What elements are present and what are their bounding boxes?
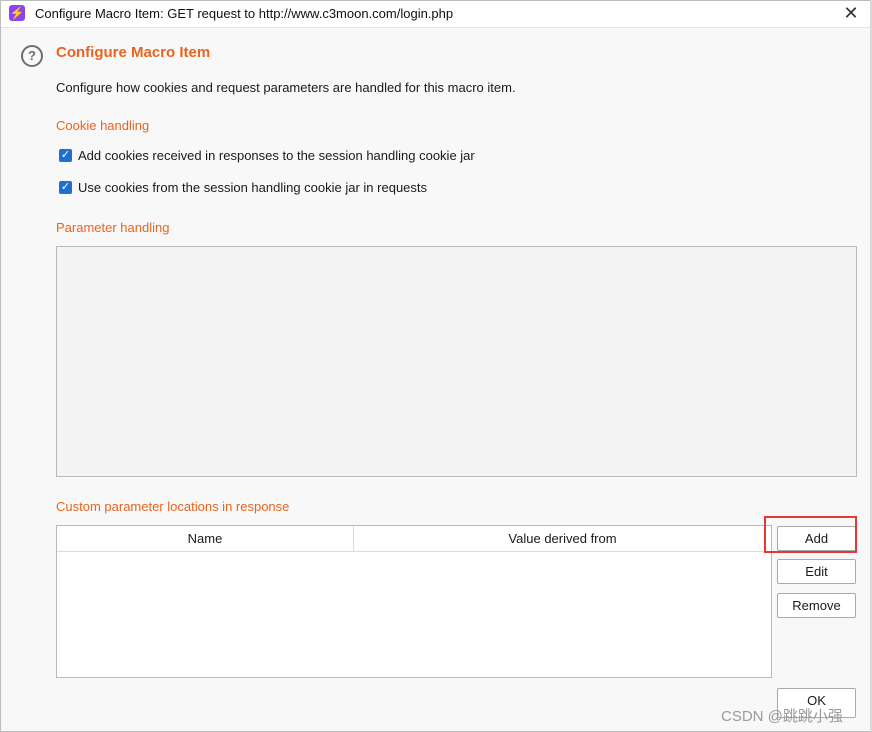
add-cookies-option[interactable]: ✓ Add cookies received in responses to th… bbox=[59, 147, 475, 165]
close-button[interactable]: ✕ bbox=[837, 1, 865, 27]
use-cookies-checkbox[interactable]: ✓ bbox=[59, 181, 72, 195]
dialog-description: Configure how cookies and request parame… bbox=[56, 80, 516, 95]
parameter-handling-panel[interactable] bbox=[56, 246, 857, 477]
column-header-value-derived-from[interactable]: Value derived from bbox=[354, 526, 771, 552]
custom-locations-label: Custom parameter locations in response bbox=[56, 499, 290, 514]
configure-macro-item-dialog: ⚡ Configure Macro Item: GET request to h… bbox=[0, 0, 872, 732]
lightning-icon: ⚡ bbox=[9, 5, 25, 21]
title-bar: ⚡ Configure Macro Item: GET request to h… bbox=[1, 1, 871, 28]
use-cookies-option[interactable]: ✓ Use cookies from the session handling c… bbox=[59, 179, 427, 197]
add-button-highlight bbox=[764, 516, 857, 553]
remove-button[interactable]: Remove bbox=[777, 593, 856, 618]
watermark-text: CSDN @跳跳小强 bbox=[721, 708, 843, 725]
window-title: Configure Macro Item: GET request to htt… bbox=[35, 6, 454, 21]
column-header-name[interactable]: Name bbox=[57, 526, 354, 552]
custom-locations-table[interactable]: Name Value derived from bbox=[56, 525, 772, 678]
help-icon[interactable]: ? bbox=[21, 45, 43, 67]
dialog-heading: Configure Macro Item bbox=[56, 44, 211, 61]
edit-button[interactable]: Edit bbox=[777, 559, 856, 584]
add-cookies-label: Add cookies received in responses to the… bbox=[78, 148, 475, 164]
use-cookies-label: Use cookies from the session handling co… bbox=[78, 180, 428, 196]
cookie-handling-label: Cookie handling bbox=[56, 118, 150, 133]
add-cookies-checkbox[interactable]: ✓ bbox=[59, 149, 72, 163]
parameter-handling-label: Parameter handling bbox=[56, 220, 170, 235]
